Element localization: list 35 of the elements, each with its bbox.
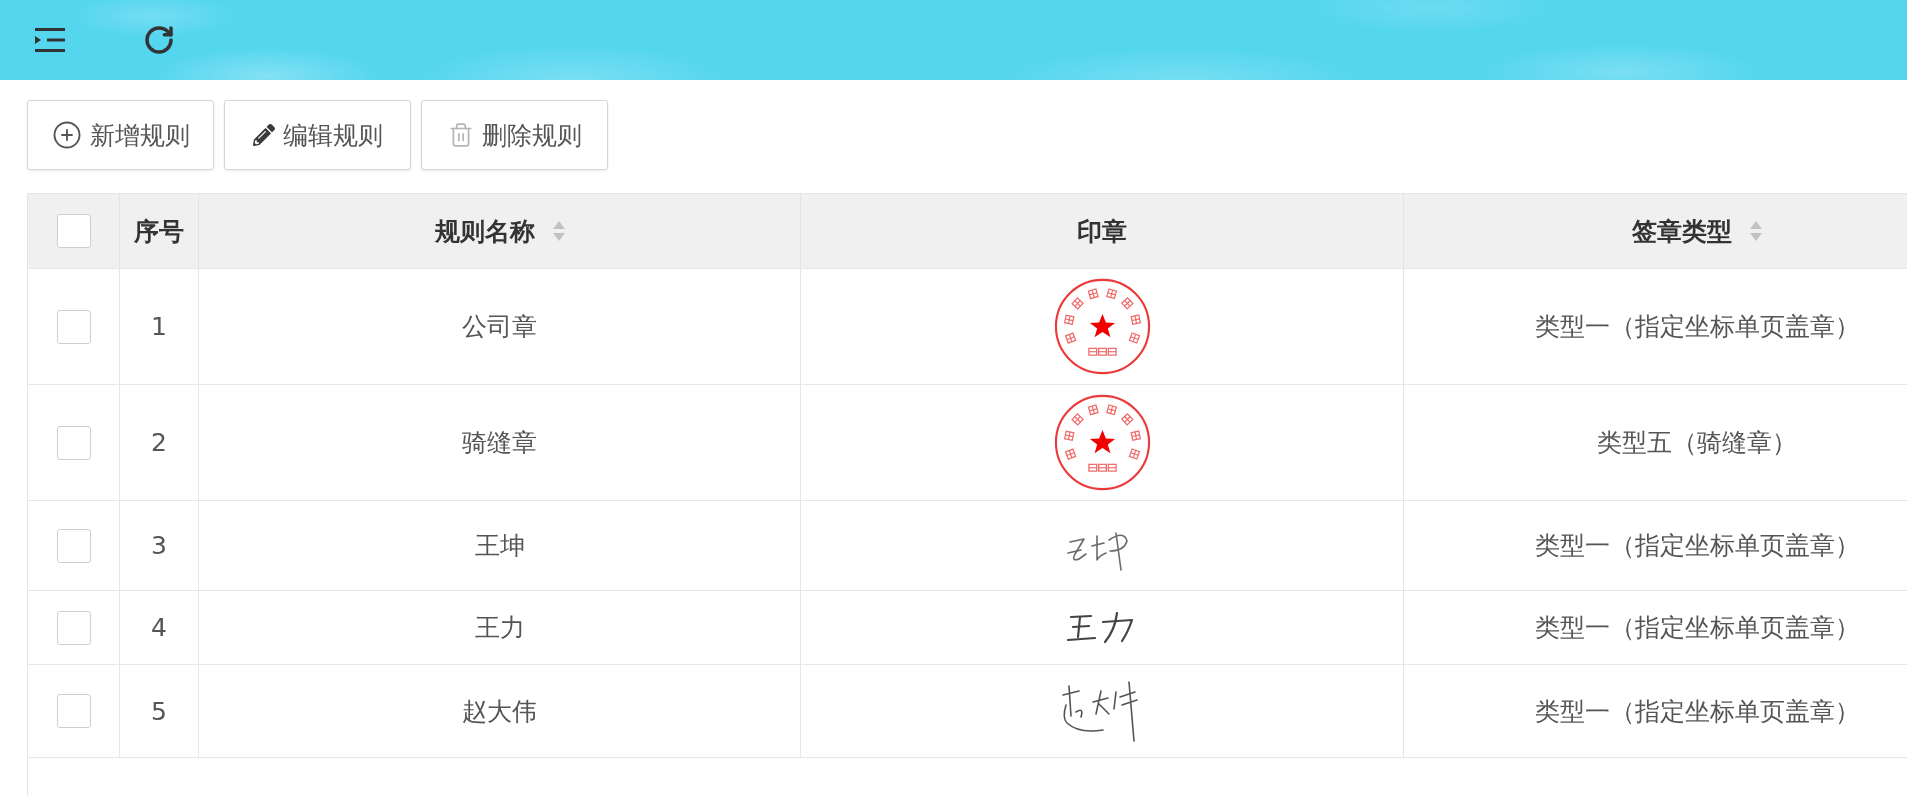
checkbox[interactable] [56,528,91,563]
menu-icon[interactable] [35,27,65,53]
sort-icon[interactable] [552,221,565,241]
add-button[interactable]: 新增规则 [27,100,214,170]
column-header: 规则名称 [434,215,535,248]
table-cell: 3 [120,501,199,590]
refresh-icon[interactable] [143,24,175,56]
table-cell: 公司章 [199,269,801,384]
sort-icon[interactable] [1750,221,1762,241]
table-cell: 类型一（指定坐标单页盖章） [1404,591,1907,664]
column-header: 签章类型 [1632,215,1732,248]
pencil-icon [252,124,275,146]
table-cell: 5 [120,665,199,757]
column-header: 印章 [1077,215,1127,248]
table-cell: 赵大伟 [199,665,801,757]
table-cell: 类型一（指定坐标单页盖章） [1404,665,1907,757]
checkbox[interactable] [56,309,91,344]
table-cell: 4 [120,591,199,664]
checkbox[interactable] [56,694,91,728]
checkbox[interactable] [56,425,91,460]
table-cell: 2 [120,385,199,500]
delete-button[interactable]: 删除规则 [421,100,608,170]
trash-icon [447,122,474,148]
table-cell: 类型一（指定坐标单页盖章） [1404,269,1907,384]
table-cell: 类型一（指定坐标单页盖章） [1404,501,1907,590]
plus-circle-icon [51,120,82,150]
checkbox[interactable] [56,610,91,645]
table-cell: 类型五（骑缝章） [1404,385,1907,500]
edit-button[interactable]: 编辑规则 [224,100,411,170]
checkbox[interactable] [56,214,91,248]
table-cell: 王力 [199,591,801,664]
table-cell: 1 [120,269,199,384]
table-cell: 骑缝章 [199,385,801,500]
column-header: 序号 [134,215,184,248]
table-cell: 王坤 [199,501,801,590]
